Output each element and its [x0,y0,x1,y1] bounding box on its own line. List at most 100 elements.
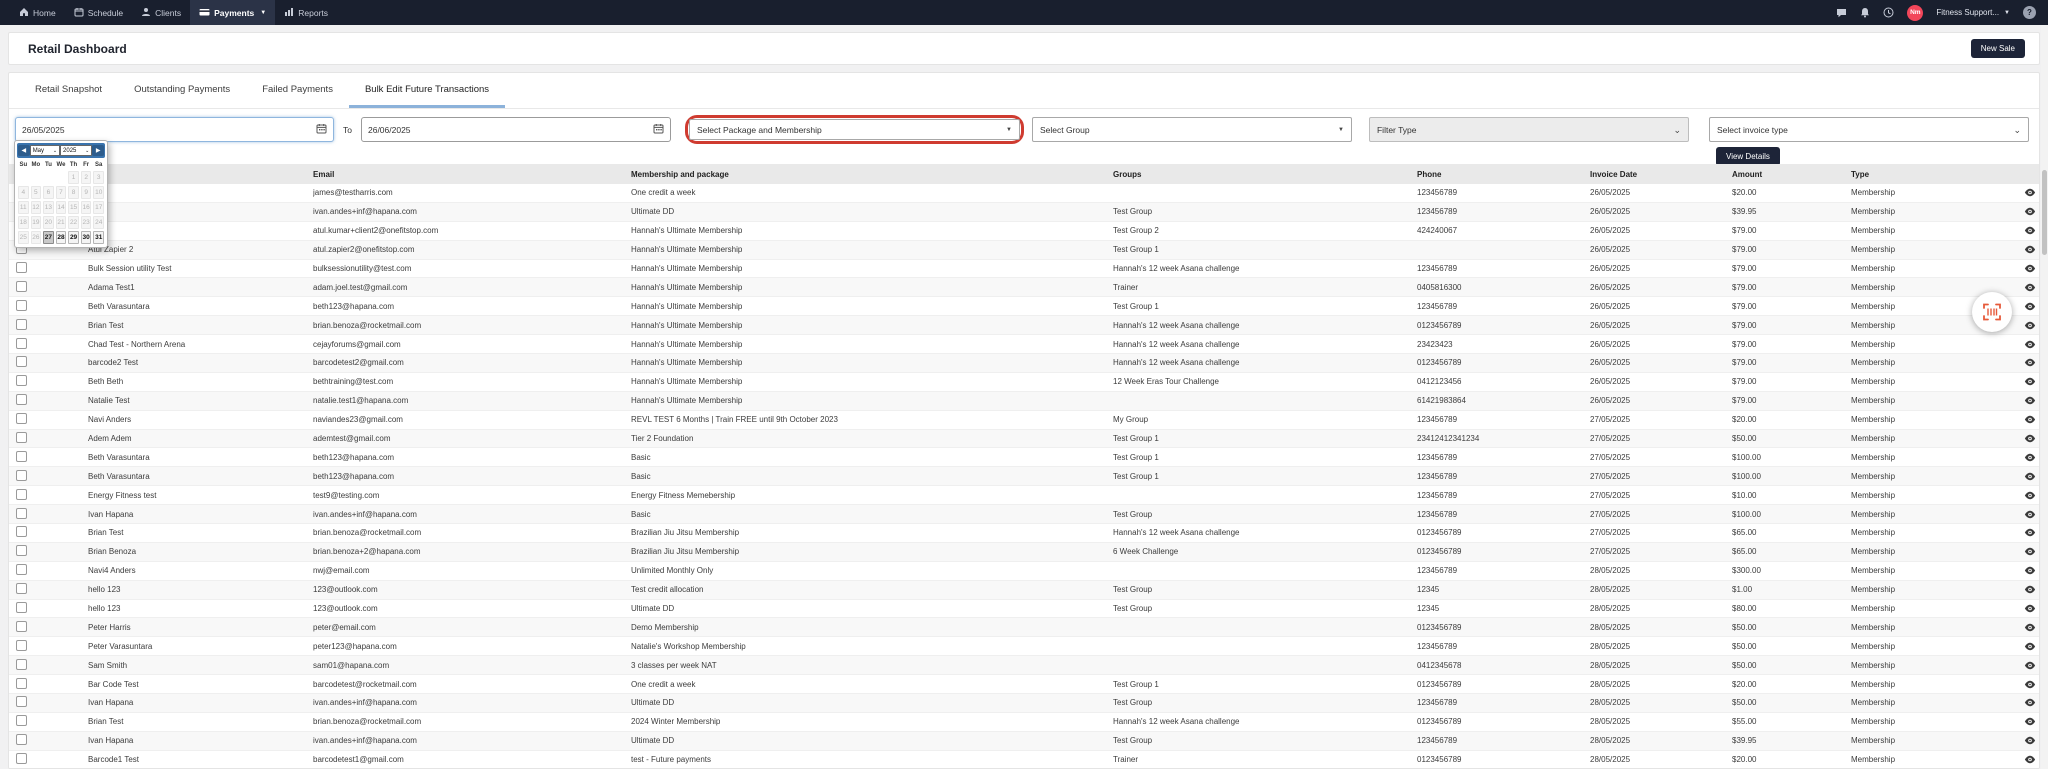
group-select[interactable]: Select Group ▼ [1032,117,1352,142]
view-row-eye-icon[interactable] [2011,491,2039,500]
tab-bulk-edit-future-transactions[interactable]: Bulk Edit Future Transactions [349,73,505,108]
view-row-eye-icon[interactable] [2011,321,2039,330]
calendar-day-31[interactable]: 31 [93,231,104,244]
row-checkbox[interactable] [16,394,27,405]
row-checkbox[interactable] [16,319,27,330]
view-row-eye-icon[interactable] [2011,642,2039,651]
row-checkbox[interactable] [16,545,27,556]
view-row-eye-icon[interactable] [2011,453,2039,462]
calendar-icon[interactable] [653,123,664,136]
new-sale-button[interactable]: New Sale [1971,39,2025,58]
nav-reports[interactable]: Reports [275,0,337,25]
view-row-eye-icon[interactable] [2011,680,2039,689]
row-checkbox[interactable] [16,602,27,613]
prev-month-icon[interactable]: ◀ [18,145,30,156]
date-from-input[interactable]: 26/05/2025 [15,117,334,142]
month-select[interactable]: May⌄ [30,145,60,156]
row-checkbox[interactable] [16,432,27,443]
view-row-eye-icon[interactable] [2011,717,2039,726]
calendar-icon[interactable] [316,123,327,136]
view-row-eye-icon[interactable] [2011,566,2039,575]
invoice-date-cell: 26/05/2025 [1590,340,1732,349]
membership-cell: REVL TEST 6 Months | Train FREE until 9t… [631,415,1113,424]
row-checkbox[interactable] [16,413,27,424]
amount-cell: $300.00 [1732,566,1851,575]
package-membership-select[interactable]: Select Package and Membership ▼ [689,119,1020,140]
row-checkbox[interactable] [16,489,27,500]
calendar-day-27[interactable]: 27 [43,231,54,244]
view-row-eye-icon[interactable] [2011,264,2039,273]
nav-payments[interactable]: Payments ▼ [190,0,275,25]
row-checkbox[interactable] [16,356,27,367]
view-row-eye-icon[interactable] [2011,226,2039,235]
view-row-eye-icon[interactable] [2011,661,2039,670]
year-select[interactable]: 2025⌄ [60,145,92,156]
row-checkbox[interactable] [16,659,27,670]
type-cell: Membership [1851,377,2011,386]
view-row-eye-icon[interactable] [2011,415,2039,424]
filter-type-select[interactable]: Filter Type ⌄ [1369,117,1689,142]
row-checkbox[interactable] [16,696,27,707]
chat-icon[interactable] [1836,8,1847,18]
tab-retail-snapshot[interactable]: Retail Snapshot [19,73,118,108]
calendar-day-20: 20 [43,216,54,229]
user-menu[interactable]: Fitness Support... ▼ [1936,8,2010,17]
view-row-eye-icon[interactable] [2011,510,2039,519]
row-checkbox[interactable] [16,338,27,349]
row-checkbox[interactable] [16,262,27,273]
view-row-eye-icon[interactable] [2011,245,2039,254]
view-row-eye-icon[interactable] [2011,377,2039,386]
vertical-scrollbar[interactable] [2041,25,2048,769]
row-checkbox[interactable] [16,621,27,632]
view-row-eye-icon[interactable] [2011,340,2039,349]
row-checkbox[interactable] [16,753,27,764]
view-row-eye-icon[interactable] [2011,188,2039,197]
row-checkbox[interactable] [16,470,27,481]
row-checkbox[interactable] [16,715,27,726]
tab-failed-payments[interactable]: Failed Payments [246,73,349,108]
view-row-eye-icon[interactable] [2011,472,2039,481]
user-avatar[interactable]: Nm [1907,5,1923,21]
view-row-eye-icon[interactable] [2011,207,2039,216]
row-checkbox[interactable] [16,678,27,689]
view-row-eye-icon[interactable] [2011,585,2039,594]
bell-icon[interactable] [1860,7,1870,18]
calendar-day-29[interactable]: 29 [68,231,79,244]
view-row-eye-icon[interactable] [2011,604,2039,613]
nav-home[interactable]: Home [10,0,65,25]
invoice-type-select[interactable]: Select invoice type ⌄ [1709,117,2029,142]
view-row-eye-icon[interactable] [2011,547,2039,556]
help-icon[interactable]: ? [2023,6,2036,19]
row-checkbox[interactable] [16,281,27,292]
row-checkbox[interactable] [16,526,27,537]
nav-schedule[interactable]: Schedule [65,0,132,25]
nav-clients-label: Clients [155,8,181,18]
tab-outstanding-payments[interactable]: Outstanding Payments [118,73,246,108]
view-row-eye-icon[interactable] [2011,698,2039,707]
view-row-eye-icon[interactable] [2011,302,2039,311]
view-row-eye-icon[interactable] [2011,283,2039,292]
row-checkbox[interactable] [16,640,27,651]
clock-icon[interactable] [1883,7,1894,18]
view-row-eye-icon[interactable] [2011,736,2039,745]
calendar-day-30[interactable]: 30 [81,231,92,244]
row-checkbox[interactable] [16,451,27,462]
next-month-icon[interactable]: ▶ [92,145,104,156]
scrollbar-thumb[interactable] [2042,170,2047,255]
view-row-eye-icon[interactable] [2011,755,2039,764]
row-checkbox[interactable] [16,734,27,745]
row-checkbox[interactable] [16,300,27,311]
view-row-eye-icon[interactable] [2011,396,2039,405]
view-row-eye-icon[interactable] [2011,623,2039,632]
barcode-scan-fab[interactable] [1972,292,2012,332]
row-checkbox[interactable] [16,375,27,386]
row-checkbox[interactable] [16,564,27,575]
view-row-eye-icon[interactable] [2011,358,2039,367]
calendar-day-28[interactable]: 28 [56,231,67,244]
row-checkbox[interactable] [16,583,27,594]
view-row-eye-icon[interactable] [2011,528,2039,537]
nav-clients[interactable]: Clients [132,0,190,25]
row-checkbox[interactable] [16,508,27,519]
date-to-input[interactable]: 26/06/2025 [361,117,671,142]
view-row-eye-icon[interactable] [2011,434,2039,443]
